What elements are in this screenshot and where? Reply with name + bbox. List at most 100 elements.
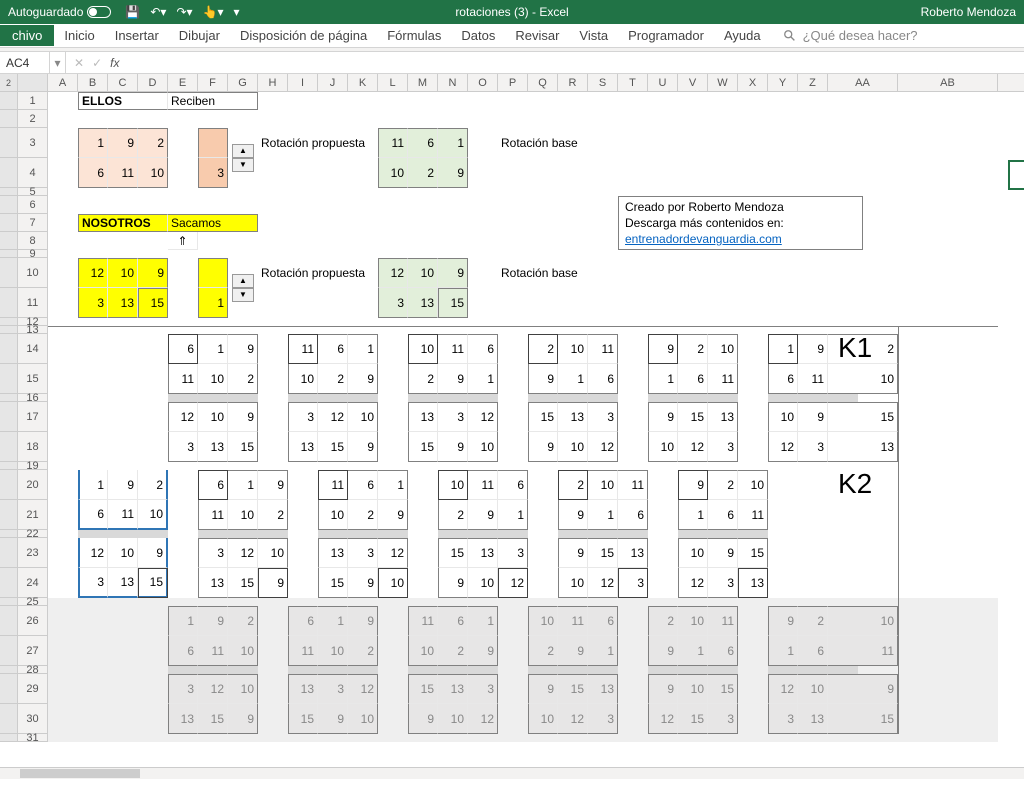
cell-F17[interactable]: 10 xyxy=(198,402,228,432)
tab-vista[interactable]: Vista xyxy=(569,25,618,46)
row-header-9[interactable]: 9 xyxy=(18,250,48,258)
cell-N27[interactable]: 2 xyxy=(438,636,468,666)
tab-ayuda[interactable]: Ayuda xyxy=(714,25,771,46)
column-headers[interactable]: 2 ABCDEFGHIJKLMNOPQRSTUVWXYZAAAB xyxy=(0,74,1024,92)
cell-O24[interactable]: 10 xyxy=(468,568,498,598)
cell-G30[interactable]: 9 xyxy=(228,704,258,734)
cell-K24[interactable]: 9 xyxy=(348,568,378,598)
cell-L21[interactable]: 9 xyxy=(378,500,408,530)
cell-M15[interactable]: 2 xyxy=(408,364,438,394)
cell-C20[interactable]: 9 xyxy=(108,470,138,500)
cell-J15[interactable]: 2 xyxy=(318,364,348,394)
cell-O15[interactable]: 1 xyxy=(468,364,498,394)
cell-J23[interactable]: 13 xyxy=(318,538,348,568)
cell-AA26[interactable]: 10 xyxy=(828,606,898,636)
col-header-P[interactable]: P xyxy=(498,74,528,91)
cell-K15[interactable]: 9 xyxy=(348,364,378,394)
cell-L11[interactable]: 3 xyxy=(378,288,408,318)
cell-S18[interactable]: 12 xyxy=(588,432,618,462)
cell-N15[interactable]: 9 xyxy=(438,364,468,394)
cell-N29[interactable]: 13 xyxy=(438,674,468,704)
cell-O26[interactable]: 1 xyxy=(468,606,498,636)
spinner-rotacion-ellos[interactable]: ▲▼ xyxy=(232,144,254,172)
autosave-switch[interactable] xyxy=(87,6,111,18)
col-header-H[interactable]: H xyxy=(258,74,288,91)
row-header-13[interactable]: 13 xyxy=(18,326,48,334)
touch-icon[interactable]: 👆▾ xyxy=(203,5,224,19)
row-header-17[interactable]: 17 xyxy=(18,402,48,432)
cell-C23[interactable]: 10 xyxy=(108,538,138,568)
cell-Z30[interactable]: 13 xyxy=(798,704,828,734)
cell-F23[interactable]: 3 xyxy=(198,538,228,568)
cell-I30[interactable]: 15 xyxy=(288,704,318,734)
cell-K23[interactable]: 3 xyxy=(348,538,378,568)
cell-R17[interactable]: 13 xyxy=(558,402,588,432)
col-header-AA[interactable]: AA xyxy=(828,74,898,91)
cell-E26[interactable]: 1 xyxy=(168,606,198,636)
cell-O17[interactable]: 12 xyxy=(468,402,498,432)
col-header-M[interactable]: M xyxy=(408,74,438,91)
row-header-19[interactable]: 19 xyxy=(18,462,48,470)
cell-B4[interactable]: 6 xyxy=(78,158,108,188)
ellos-label[interactable]: ELLOS xyxy=(78,92,168,110)
cell-F30[interactable]: 15 xyxy=(198,704,228,734)
cell-I29[interactable]: 13 xyxy=(288,674,318,704)
row-header-4[interactable]: 4 xyxy=(18,158,48,188)
cell-I18[interactable]: 13 xyxy=(288,432,318,462)
cell-F29[interactable]: 12 xyxy=(198,674,228,704)
cell-R21[interactable]: 9 xyxy=(558,500,588,530)
row-header-24[interactable]: 24 xyxy=(18,568,48,598)
nosotros-label[interactable]: NOSOTROS xyxy=(78,214,168,232)
cell-AA30[interactable]: 15 xyxy=(828,704,898,734)
cell-S20[interactable]: 10 xyxy=(588,470,618,500)
cancel-icon[interactable]: ✕ xyxy=(74,56,84,70)
cell-N17[interactable]: 3 xyxy=(438,402,468,432)
undo-icon[interactable]: ↶▾ xyxy=(150,5,166,19)
cell-R24[interactable]: 10 xyxy=(558,568,588,598)
col-header-A[interactable]: A xyxy=(48,74,78,91)
row-header-11[interactable]: 11 xyxy=(18,288,48,318)
cell-B24[interactable]: 3 xyxy=(78,568,108,598)
cell-S14[interactable]: 11 xyxy=(588,334,618,364)
cell-K21[interactable]: 2 xyxy=(348,500,378,530)
cell-G15[interactable]: 2 xyxy=(228,364,258,394)
col-header-J[interactable]: J xyxy=(318,74,348,91)
cell-R27[interactable]: 9 xyxy=(558,636,588,666)
cell-I27[interactable]: 11 xyxy=(288,636,318,666)
col-header-Q[interactable]: Q xyxy=(528,74,558,91)
sacamos-label[interactable]: Sacamos xyxy=(168,214,258,232)
cell-D10[interactable]: 9 xyxy=(138,258,168,288)
cell-V29[interactable]: 10 xyxy=(678,674,708,704)
cell-R23[interactable]: 9 xyxy=(558,538,588,568)
cell-W26[interactable]: 11 xyxy=(708,606,738,636)
cell-L20[interactable]: 1 xyxy=(378,470,408,500)
cell-S15[interactable]: 6 xyxy=(588,364,618,394)
cell-G27[interactable]: 10 xyxy=(228,636,258,666)
cell-B10[interactable]: 12 xyxy=(78,258,108,288)
cell-W30[interactable]: 3 xyxy=(708,704,738,734)
cell-N23[interactable]: 15 xyxy=(438,538,468,568)
cell-M11[interactable]: 13 xyxy=(408,288,438,318)
cell-M10[interactable]: 10 xyxy=(408,258,438,288)
cell-N24[interactable]: 9 xyxy=(438,568,468,598)
row-header-23[interactable]: 23 xyxy=(18,538,48,568)
horizontal-scrollbar[interactable] xyxy=(0,767,1024,779)
cell-O18[interactable]: 10 xyxy=(468,432,498,462)
cell-E29[interactable]: 3 xyxy=(168,674,198,704)
cell-Q26[interactable]: 10 xyxy=(528,606,558,636)
row-header-1[interactable]: 1 xyxy=(18,92,48,110)
cell-T20[interactable]: 11 xyxy=(618,470,648,500)
cell-Z15[interactable]: 11 xyxy=(798,364,828,394)
cell-M27[interactable]: 10 xyxy=(408,636,438,666)
cell-G29[interactable]: 10 xyxy=(228,674,258,704)
cell-J29[interactable]: 3 xyxy=(318,674,348,704)
col-header-O[interactable]: O xyxy=(468,74,498,91)
cell-O29[interactable]: 3 xyxy=(468,674,498,704)
cell-AA29[interactable]: 9 xyxy=(828,674,898,704)
cell-Y17[interactable]: 10 xyxy=(768,402,798,432)
cell-Y30[interactable]: 3 xyxy=(768,704,798,734)
row-header-16[interactable]: 16 xyxy=(18,394,48,402)
cell-W17[interactable]: 13 xyxy=(708,402,738,432)
cell-C24[interactable]: 13 xyxy=(108,568,138,598)
cell-X21[interactable]: 11 xyxy=(738,500,768,530)
